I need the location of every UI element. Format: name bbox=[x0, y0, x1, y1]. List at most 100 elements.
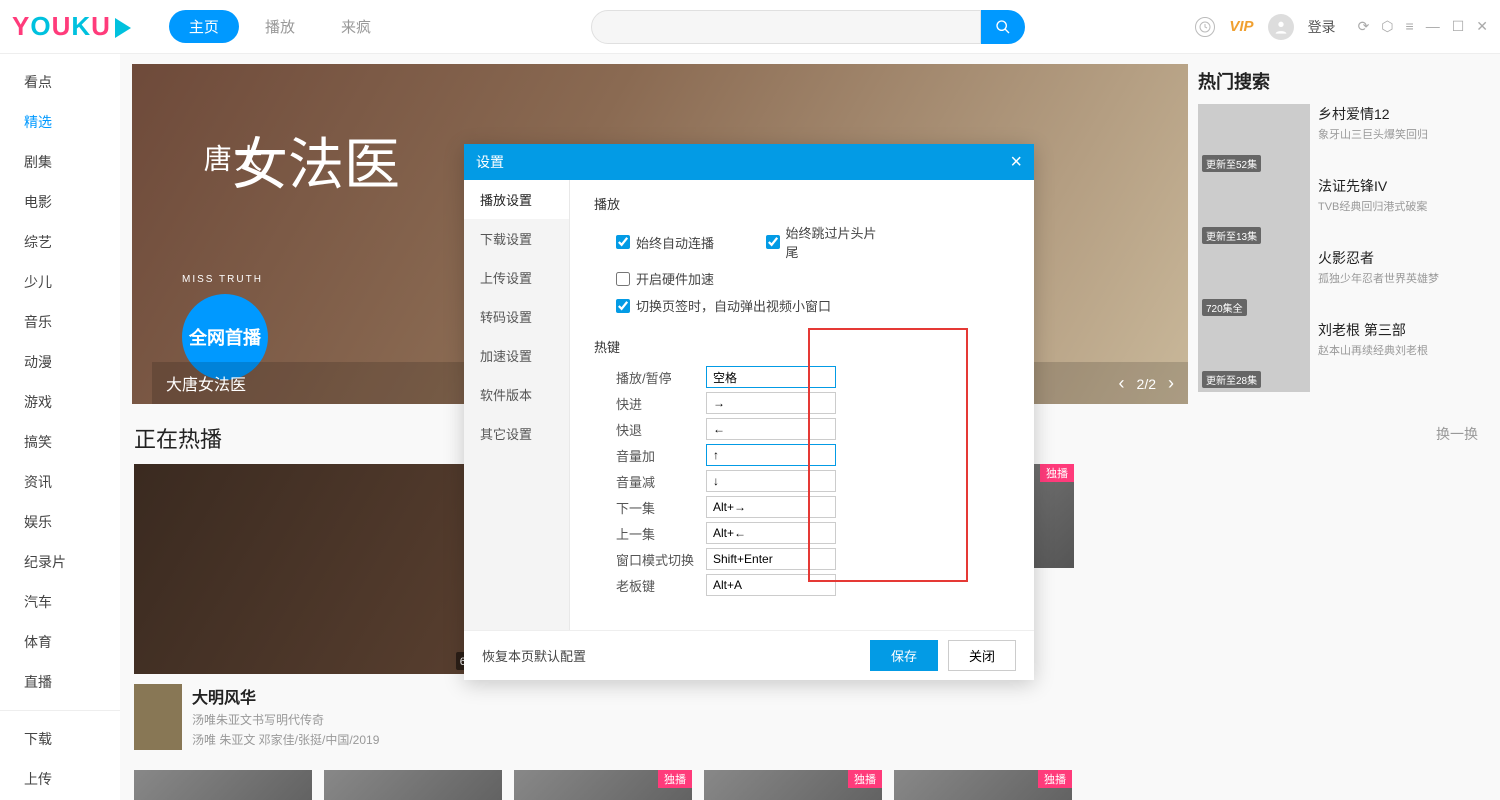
modal-nav-item[interactable]: 其它设置 bbox=[464, 414, 569, 453]
search-input[interactable] bbox=[591, 10, 981, 44]
hotkey-input[interactable] bbox=[706, 470, 836, 492]
sidebar-item[interactable]: 音乐 bbox=[0, 302, 120, 342]
sidebar-item[interactable]: 少儿 bbox=[0, 262, 120, 302]
checkbox-input[interactable] bbox=[616, 272, 630, 286]
skin-icon[interactable]: ⬡ bbox=[1381, 18, 1393, 35]
nav-tab-laifeng[interactable]: 来疯 bbox=[321, 10, 391, 43]
section-title: 正在热播 bbox=[134, 422, 222, 454]
history-icon[interactable] bbox=[1195, 17, 1215, 37]
sidebar-item[interactable]: 纪录片 bbox=[0, 542, 120, 582]
sidebar-item[interactable]: 搞笑 bbox=[0, 422, 120, 462]
video-card[interactable]: 独播03-01期新相亲大会肌肉男集体上演 "公主抱" bbox=[704, 770, 882, 800]
hot-search-item[interactable]: 更新至28集刘老根 第三部赵本山再续经典刘老根 bbox=[1198, 320, 1488, 392]
nav-tab-play[interactable]: 播放 bbox=[245, 10, 315, 43]
hero-pager: ‹ 2/2 › bbox=[1119, 373, 1174, 394]
pager-next-icon[interactable]: › bbox=[1168, 373, 1174, 394]
sidebar-tool[interactable]: 上传 bbox=[0, 759, 120, 799]
checkbox-input[interactable] bbox=[616, 299, 630, 313]
vip-link[interactable]: VIP bbox=[1229, 18, 1253, 35]
close-icon[interactable]: × bbox=[1010, 151, 1022, 174]
sidebar-item[interactable]: 游戏 bbox=[0, 382, 120, 422]
refresh-button[interactable]: 换一换 bbox=[1436, 424, 1478, 444]
hotkey-row: 快进 bbox=[616, 392, 1010, 414]
sidebar-item[interactable]: 汽车 bbox=[0, 582, 120, 622]
hot-search-item[interactable]: 720集全火影忍者孤独少年忍者世界英雄梦 bbox=[1198, 248, 1488, 320]
sidebar-item[interactable]: 电影 bbox=[0, 182, 120, 222]
poster-thumb bbox=[134, 684, 182, 750]
modal-nav-item[interactable]: 转码设置 bbox=[464, 297, 569, 336]
checkbox-option[interactable]: 开启硬件加速 bbox=[616, 269, 736, 288]
hot-search-thumb: 更新至28集 bbox=[1198, 320, 1310, 392]
hotkey-label: 快进 bbox=[616, 394, 706, 413]
maximize-icon[interactable]: ☐ bbox=[1452, 18, 1465, 35]
logo[interactable]: YOUKU bbox=[12, 11, 131, 42]
hot-search-panel: 热门搜索 更新至52集乡村爱情12象牙山三巨头爆笑回归更新至13集法证先锋IVT… bbox=[1198, 64, 1488, 404]
search-button[interactable] bbox=[981, 10, 1025, 44]
hotkey-input[interactable] bbox=[706, 496, 836, 518]
sidebar-item[interactable]: 精选 bbox=[0, 102, 120, 142]
sidebar-item[interactable]: 体育 bbox=[0, 622, 120, 662]
hotkey-row: 音量加 bbox=[616, 444, 1010, 466]
hotkey-row: 音量减 bbox=[616, 470, 1010, 492]
hotkey-input[interactable] bbox=[706, 418, 836, 440]
avatar-icon[interactable] bbox=[1268, 14, 1294, 40]
modal-nav-item[interactable]: 下载设置 bbox=[464, 219, 569, 258]
refresh-icon[interactable]: ⟳ bbox=[1358, 18, 1370, 35]
sidebar-item[interactable]: 直播 bbox=[0, 662, 120, 702]
searchbar bbox=[591, 10, 1025, 44]
hotkey-label: 上一集 bbox=[616, 524, 706, 543]
close-window-icon[interactable]: ✕ bbox=[1476, 18, 1488, 35]
sidebar: 看点精选剧集电影综艺少儿音乐动漫游戏搞笑资讯娱乐纪录片汽车体育直播 下载上传转码 bbox=[0, 54, 120, 800]
hotkey-row: 快退 bbox=[616, 418, 1010, 440]
save-button[interactable]: 保存 bbox=[870, 640, 938, 671]
hotkey-row: 窗口模式切换 bbox=[616, 548, 1010, 570]
login-link[interactable]: 登录 bbox=[1308, 17, 1336, 37]
modal-nav: 播放设置下载设置上传设置转码设置加速设置软件版本其它设置 bbox=[464, 180, 570, 630]
hot-search-title: 热门搜索 bbox=[1198, 64, 1488, 98]
section-hotkey-label: 热键 bbox=[594, 337, 1010, 356]
sidebar-item[interactable]: 看点 bbox=[0, 62, 120, 102]
hotkey-label: 老板键 bbox=[616, 576, 706, 595]
hotkey-label: 播放/暂停 bbox=[616, 368, 706, 387]
hot-search-item[interactable]: 更新至13集法证先锋IVTVB经典回归港式破案 bbox=[1198, 176, 1488, 248]
sidebar-item[interactable]: 动漫 bbox=[0, 342, 120, 382]
modal-nav-item[interactable]: 上传设置 bbox=[464, 258, 569, 297]
sidebar-item[interactable]: 综艺 bbox=[0, 222, 120, 262]
menu-icon[interactable]: ≡ bbox=[1406, 18, 1414, 35]
modal-nav-item[interactable]: 播放设置 bbox=[464, 180, 569, 219]
restore-defaults-link[interactable]: 恢复本页默认配置 bbox=[482, 646, 586, 665]
hot-search-item[interactable]: 更新至52集乡村爱情12象牙山三巨头爆笑回归 bbox=[1198, 104, 1488, 176]
hotkey-input[interactable] bbox=[706, 444, 836, 466]
close-button[interactable]: 关闭 bbox=[948, 640, 1016, 671]
pager-prev-icon[interactable]: ‹ bbox=[1119, 373, 1125, 394]
sidebar-item[interactable]: 娱乐 bbox=[0, 502, 120, 542]
checkbox-option[interactable]: 切换页签时，自动弹出视频小窗口 bbox=[616, 296, 876, 315]
checkbox-option[interactable]: 始终自动连播 bbox=[616, 223, 736, 261]
checkbox-option[interactable]: 始终跳过片头片尾 bbox=[766, 223, 886, 261]
video-card[interactable]: 独播02-29期非诚勿扰·太卑微男嘉宾屡经常被使唤像保姆 bbox=[894, 770, 1072, 800]
featured-card[interactable]: 64集全 大明风华 汤唯朱亚文书写明代传奇 汤唯 朱亚文 邓家佳/张挺/中国/2… bbox=[134, 464, 504, 750]
nav-tab-home[interactable]: 主页 bbox=[169, 10, 239, 43]
video-card[interactable]: 01-30期我想开个店•太难了吴宣仪开店的N种首次尝试 bbox=[324, 770, 502, 800]
modal-nav-item[interactable]: 软件版本 bbox=[464, 375, 569, 414]
hotkey-label: 快退 bbox=[616, 420, 706, 439]
video-card[interactable]: 独播天衣小裁缝·爆笑逆袭文松变总裁 关婷娜驯夫 bbox=[514, 770, 692, 800]
checkbox-input[interactable] bbox=[766, 235, 780, 249]
checkbox-input[interactable] bbox=[616, 235, 630, 249]
minimize-icon[interactable]: — bbox=[1426, 18, 1440, 35]
hero-title: 大唐 女法医 MISS TRUTH bbox=[232, 134, 400, 196]
modal-nav-item[interactable]: 加速设置 bbox=[464, 336, 569, 375]
hotkey-input[interactable] bbox=[706, 392, 836, 414]
topbar-right: VIP 登录 ⟳ ⬡ ≡ — ☐ ✕ bbox=[1195, 14, 1488, 40]
hotkey-input[interactable] bbox=[706, 574, 836, 596]
sidebar-item[interactable]: 资讯 bbox=[0, 462, 120, 502]
sidebar-tool[interactable]: 下载 bbox=[0, 719, 120, 759]
modal-footer: 恢复本页默认配置 保存 关闭 bbox=[464, 630, 1034, 680]
hotkey-input[interactable] bbox=[706, 522, 836, 544]
sidebar-item[interactable]: 剧集 bbox=[0, 142, 120, 182]
video-card[interactable]: 火线行动林雪GAI爷热血开战 bbox=[134, 770, 312, 800]
hotkey-input[interactable] bbox=[706, 548, 836, 570]
featured-meta: 汤唯 朱亚文 邓家佳/张挺/中国/2019 bbox=[192, 731, 504, 748]
featured-desc: 汤唯朱亚文书写明代传奇 bbox=[192, 711, 504, 728]
hotkey-input[interactable] bbox=[706, 366, 836, 388]
